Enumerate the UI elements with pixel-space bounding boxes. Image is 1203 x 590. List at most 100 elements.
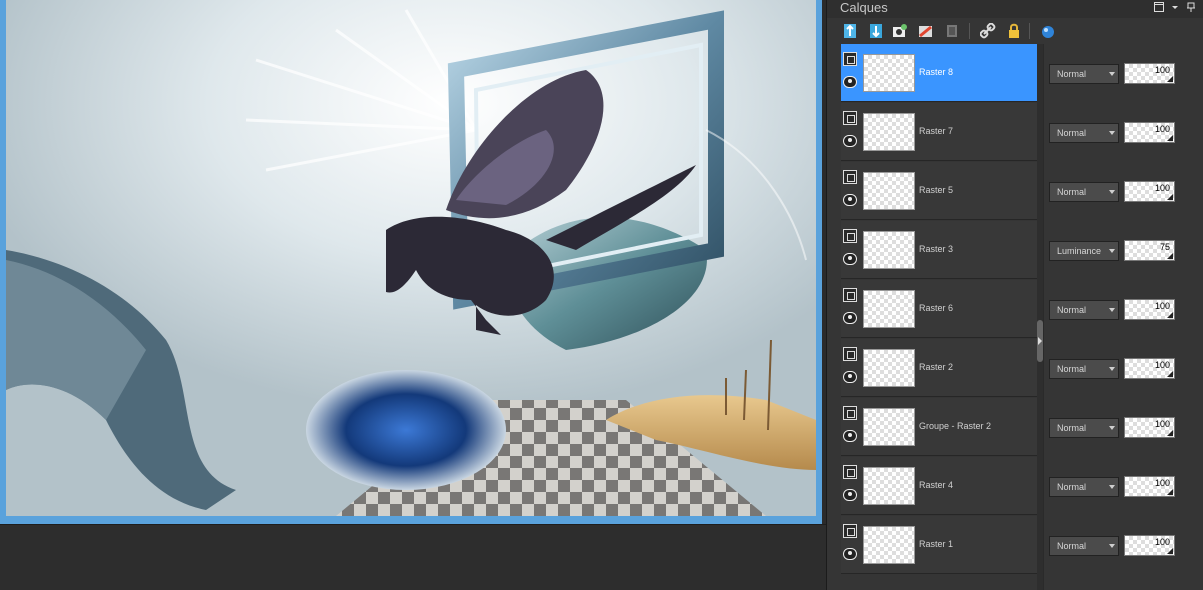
opacity-field[interactable]: 100 (1124, 476, 1175, 497)
layer-thumbnail (863, 290, 915, 328)
new-raster-layer-icon[interactable] (841, 22, 859, 40)
blend-mode-value: Normal (1057, 305, 1087, 315)
layer-toggles (843, 52, 859, 96)
chevron-down-icon (1109, 190, 1115, 194)
opacity-field[interactable]: 100 (1124, 299, 1175, 320)
layer-type-icon[interactable] (843, 52, 857, 66)
layer-row[interactable]: Raster 8 (841, 44, 1037, 102)
blend-mode-value: Luminance (1057, 246, 1102, 256)
layer-toggles (843, 111, 859, 155)
opacity-field[interactable]: 100 (1124, 63, 1175, 84)
layer-name: Raster 1 (919, 539, 954, 549)
layer-props-row: Normal 100 (1044, 103, 1203, 161)
visibility-eye-icon[interactable] (843, 312, 857, 324)
layer-name: Raster 7 (919, 126, 954, 136)
visibility-eye-icon[interactable] (843, 194, 857, 206)
layer-type-icon[interactable] (843, 111, 857, 125)
blend-mode-select[interactable]: Luminance (1049, 241, 1119, 261)
layer-thumbnail (863, 54, 915, 92)
layer-type-icon[interactable] (843, 229, 857, 243)
layer-props-row: Normal 100 (1044, 516, 1203, 574)
visibility-eye-icon[interactable] (843, 135, 857, 147)
blend-mode-value: Normal (1057, 541, 1087, 551)
visibility-eye-icon[interactable] (843, 548, 857, 560)
blend-mode-value: Normal (1057, 128, 1087, 138)
new-vector-layer-icon[interactable] (867, 22, 885, 40)
opacity-field[interactable]: 100 (1124, 535, 1175, 556)
panel-title: Calques (840, 0, 888, 15)
layer-row[interactable]: Raster 3 (841, 221, 1037, 279)
artwork-image (6, 0, 816, 516)
layer-name: Groupe - Raster 2 (919, 421, 992, 431)
chevron-down-icon (1109, 544, 1115, 548)
layer-toggles (843, 524, 859, 568)
new-mask-layer-icon[interactable] (891, 22, 909, 40)
blend-mode-value: Normal (1057, 364, 1087, 374)
opacity-field[interactable]: 100 (1124, 358, 1175, 379)
layer-type-icon[interactable] (843, 170, 857, 184)
opacity-field[interactable]: 75 (1124, 240, 1175, 261)
layer-row[interactable]: Raster 1 (841, 516, 1037, 574)
chevron-down-icon (1109, 249, 1115, 253)
layer-row[interactable]: Raster 6 (841, 280, 1037, 338)
dropdown-arrow-icon[interactable] (1168, 1, 1182, 15)
layer-toggles (843, 465, 859, 509)
layer-row[interactable]: Raster 7 (841, 103, 1037, 161)
blend-mode-select[interactable]: Normal (1049, 359, 1119, 379)
layers-list: Raster 8 Raster 7 Raster 5 Raster 3 Rast… (841, 44, 1037, 576)
layer-name: Raster 8 (919, 67, 954, 77)
opacity-value: 100 (1154, 124, 1170, 134)
blend-mode-value: Normal (1057, 187, 1087, 197)
layer-row[interactable]: Raster 2 (841, 339, 1037, 397)
blend-mode-select[interactable]: Normal (1049, 123, 1119, 143)
opacity-field[interactable]: 100 (1124, 417, 1175, 438)
blend-mode-select[interactable]: Normal (1049, 300, 1119, 320)
visibility-eye-icon[interactable] (843, 430, 857, 442)
layer-row[interactable]: Groupe - Raster 2 (841, 398, 1037, 456)
layer-thumbnail (863, 526, 915, 564)
layer-props-row: Normal 100 (1044, 398, 1203, 456)
layer-props-row: Normal 100 (1044, 457, 1203, 515)
visibility-eye-icon[interactable] (843, 253, 857, 265)
layer-thumbnail (863, 172, 915, 210)
layer-row[interactable]: Raster 4 (841, 457, 1037, 515)
slider-corner-icon (1167, 430, 1173, 436)
visibility-eye-icon[interactable] (843, 76, 857, 88)
blend-mode-select[interactable]: Normal (1049, 477, 1119, 497)
opacity-value: 100 (1154, 419, 1170, 429)
layer-row[interactable]: Raster 5 (841, 162, 1037, 220)
adjustment-layer-icon[interactable] (917, 22, 935, 40)
blend-mode-select[interactable]: Normal (1049, 64, 1119, 84)
visibility-eye-icon[interactable] (843, 371, 857, 383)
layer-type-icon[interactable] (843, 406, 857, 420)
delete-layer-icon[interactable] (943, 22, 961, 40)
image-canvas[interactable] (6, 0, 816, 516)
layer-type-icon[interactable] (843, 288, 857, 302)
layer-name: Raster 3 (919, 244, 954, 254)
toolbar-separator (969, 23, 970, 39)
layer-style-icon[interactable] (1039, 22, 1057, 40)
opacity-field[interactable]: 100 (1124, 122, 1175, 143)
layer-type-icon[interactable] (843, 465, 857, 479)
maximize-icon[interactable] (1152, 1, 1166, 15)
lock-icon[interactable] (1005, 22, 1023, 40)
blend-mode-select[interactable]: Normal (1049, 536, 1119, 556)
chevron-down-icon (1109, 426, 1115, 430)
link-icon[interactable] (979, 22, 997, 40)
layer-properties: Normal 100 Normal 100 Normal 100 Luminan… (1043, 44, 1203, 590)
blend-mode-select[interactable]: Normal (1049, 182, 1119, 202)
layer-type-icon[interactable] (843, 347, 857, 361)
layer-type-icon[interactable] (843, 524, 857, 538)
canvas-window (0, 0, 822, 524)
layer-props-row: Luminance 75 (1044, 221, 1203, 279)
layer-thumbnail (863, 231, 915, 269)
layer-props-row: Normal 100 (1044, 44, 1203, 102)
opacity-field[interactable]: 100 (1124, 181, 1175, 202)
blend-mode-value: Normal (1057, 69, 1087, 79)
layer-toggles (843, 170, 859, 214)
pin-icon[interactable] (1184, 1, 1198, 15)
workspace-background (0, 524, 826, 590)
visibility-eye-icon[interactable] (843, 489, 857, 501)
layer-toggles (843, 229, 859, 273)
blend-mode-select[interactable]: Normal (1049, 418, 1119, 438)
